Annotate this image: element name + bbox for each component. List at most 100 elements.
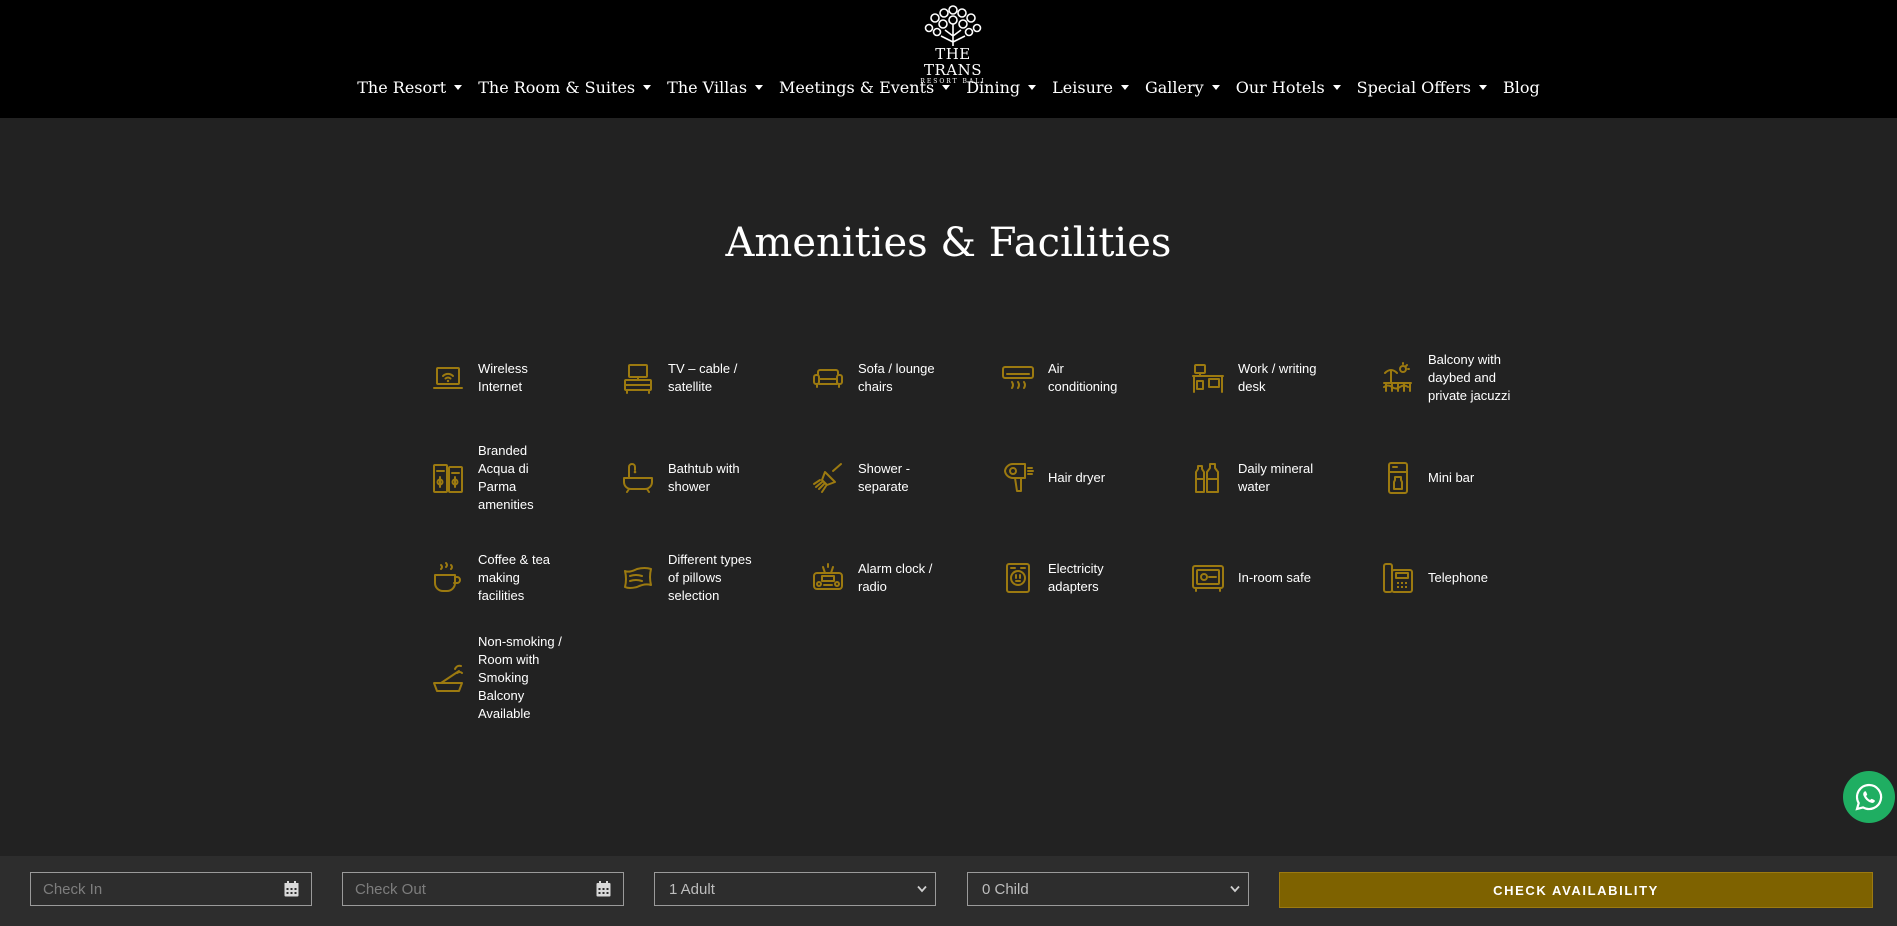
nav-item-gallery[interactable]: Gallery bbox=[1145, 78, 1220, 97]
nav-label: Our Hotels bbox=[1235, 78, 1325, 97]
amenity-label: Non-smoking / Room with Smoking Balcony … bbox=[478, 634, 562, 721]
nav-item-the-resort[interactable]: The Resort bbox=[357, 78, 463, 97]
safe-icon bbox=[1190, 560, 1226, 596]
amenity-label: Alarm clock / radio bbox=[858, 561, 933, 594]
caret-down-icon bbox=[454, 85, 463, 90]
amenity-item: Shower - separate bbox=[810, 428, 1000, 528]
amenity-label: Different types of pillows selection bbox=[668, 552, 752, 603]
amenity-item: Work / writing desk bbox=[1190, 328, 1380, 428]
amenity-label: In-room safe bbox=[1238, 570, 1311, 585]
check-out-input[interactable] bbox=[343, 879, 577, 899]
amenity-label: Work / writing desk bbox=[1238, 361, 1317, 394]
amenity-label: TV – cable / satellite bbox=[668, 361, 738, 394]
amenity-item: Sofa / lounge chairs bbox=[810, 328, 1000, 428]
water-bottles-icon bbox=[1190, 460, 1226, 496]
adults-select[interactable]: 1 Adult bbox=[654, 872, 936, 906]
children-select-value: 0 Child bbox=[982, 880, 1029, 898]
amenity-item: Bathtub with shower bbox=[620, 428, 810, 528]
nav-label: Meetings & Events bbox=[779, 78, 935, 97]
calendar-icon[interactable] bbox=[284, 881, 299, 897]
caret-down-icon bbox=[755, 85, 764, 90]
nav-label: Dining bbox=[966, 78, 1021, 97]
check-out-field[interactable] bbox=[342, 872, 624, 906]
amenity-label: Wireless Internet bbox=[478, 361, 528, 394]
chevron-down-icon bbox=[1230, 885, 1240, 893]
whatsapp-icon bbox=[1855, 783, 1883, 811]
desk-icon bbox=[1190, 360, 1226, 396]
caret-down-icon bbox=[942, 85, 951, 90]
amenity-item: In-room safe bbox=[1190, 528, 1380, 628]
caret-down-icon bbox=[1211, 85, 1220, 90]
nav-item-special-offers[interactable]: Special Offers bbox=[1357, 78, 1487, 97]
amenity-item: TV – cable / satellite bbox=[620, 328, 810, 428]
mini-bar-icon bbox=[1380, 460, 1416, 496]
check-availability-button[interactable]: CHECK AVAILABILITY bbox=[1279, 872, 1873, 908]
whatsapp-button[interactable] bbox=[1843, 771, 1895, 823]
bathtub-icon bbox=[620, 460, 656, 496]
amenity-item: Non-smoking / Room with Smoking Balcony … bbox=[430, 628, 620, 728]
children-select[interactable]: 0 Child bbox=[967, 872, 1249, 906]
amenity-item: Mini bar bbox=[1380, 428, 1570, 528]
amenity-item: Alarm clock / radio bbox=[810, 528, 1000, 628]
nav-item-villas[interactable]: The Villas bbox=[667, 78, 764, 97]
amenity-item: Hair dryer bbox=[1000, 428, 1190, 528]
section-title: Amenities & Facilities bbox=[725, 220, 1172, 266]
logo-text: THE TRANS bbox=[923, 45, 983, 79]
alarm-radio-icon bbox=[810, 560, 846, 596]
coffee-cup-icon bbox=[430, 560, 466, 596]
amenity-label: Telephone bbox=[1428, 570, 1488, 585]
caret-down-icon bbox=[643, 85, 652, 90]
amenity-label: Hair dryer bbox=[1048, 470, 1106, 485]
nav-item-room-suites[interactable]: The Room & Suites bbox=[478, 78, 652, 97]
nav-item-leisure[interactable]: Leisure bbox=[1052, 78, 1129, 97]
pillow-icon bbox=[620, 560, 656, 596]
toiletries-icon bbox=[430, 460, 466, 496]
smoking-icon bbox=[430, 660, 466, 696]
caret-down-icon bbox=[1028, 85, 1037, 90]
amenity-label: Electricity adapters bbox=[1048, 561, 1104, 594]
tree-logo-icon bbox=[924, 5, 982, 46]
chevron-down-icon bbox=[917, 885, 927, 893]
amenity-label: Mini bar bbox=[1428, 470, 1475, 485]
main-nav: The Resort The Room & Suites The Villas … bbox=[0, 78, 1897, 97]
amenity-item: Telephone bbox=[1380, 528, 1570, 628]
nav-item-dining[interactable]: Dining bbox=[966, 78, 1037, 97]
amenity-item: Daily mineral water bbox=[1190, 428, 1380, 528]
caret-down-icon bbox=[1478, 85, 1487, 90]
power-adapter-icon bbox=[1000, 560, 1036, 596]
amenity-label: Coffee & tea making facilities bbox=[478, 552, 551, 603]
air-conditioner-icon bbox=[1000, 360, 1036, 396]
amenity-item: Different types of pillows selection bbox=[620, 528, 810, 628]
nav-item-blog[interactable]: Blog bbox=[1503, 78, 1540, 97]
amenity-label: Air conditioning bbox=[1048, 361, 1118, 394]
nav-item-our-hotels[interactable]: Our Hotels bbox=[1236, 78, 1341, 97]
nav-label: Leisure bbox=[1052, 78, 1113, 97]
nav-item-meetings-events[interactable]: Meetings & Events bbox=[779, 78, 951, 97]
amenity-label: Branded Acqua di Parma amenities bbox=[478, 443, 534, 512]
amenity-label: Daily mineral water bbox=[1238, 461, 1314, 494]
nav-label: Gallery bbox=[1144, 78, 1204, 97]
caret-down-icon bbox=[1332, 85, 1341, 90]
sofa-icon bbox=[810, 360, 846, 396]
site-header: THE TRANS RESORT BALI The Resort The Roo… bbox=[0, 0, 1897, 118]
booking-bar: 1 Adult 0 Child CHECK AVAILABILITY bbox=[0, 856, 1897, 926]
nav-label: Blog bbox=[1502, 78, 1540, 97]
nav-label: The Resort bbox=[357, 78, 447, 97]
amenity-item: Wireless Internet bbox=[430, 328, 620, 428]
check-in-field[interactable] bbox=[30, 872, 312, 906]
amenity-label: Shower - separate bbox=[858, 461, 911, 494]
hair-dryer-icon bbox=[1000, 460, 1036, 496]
amenity-item: Balcony with daybed and private jacuzzi bbox=[1380, 328, 1570, 428]
amenity-label: Bathtub with shower bbox=[668, 461, 740, 494]
shower-icon bbox=[810, 460, 846, 496]
caret-down-icon bbox=[1120, 85, 1129, 90]
logo[interactable]: THE TRANS RESORT BALI bbox=[908, 2, 998, 85]
tv-icon bbox=[620, 360, 656, 396]
amenity-item: Electricity adapters bbox=[1000, 528, 1190, 628]
amenities-grid: Wireless Internet TV – cable / satellite… bbox=[430, 328, 1520, 728]
amenity-label: Sofa / lounge chairs bbox=[858, 361, 935, 394]
check-in-input[interactable] bbox=[31, 879, 265, 899]
nav-label: The Villas bbox=[667, 78, 748, 97]
calendar-icon[interactable] bbox=[596, 881, 611, 897]
adults-select-value: 1 Adult bbox=[669, 880, 715, 898]
